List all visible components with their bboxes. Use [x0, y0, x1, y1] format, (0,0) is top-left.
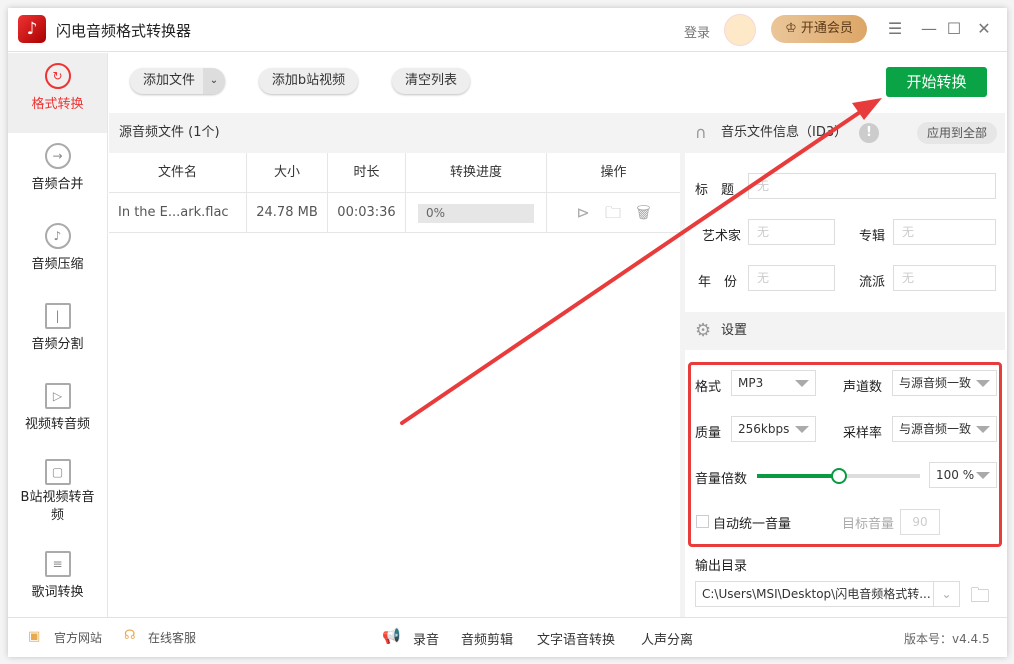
arrow-shaft	[400, 106, 868, 425]
annotation-arrow	[400, 98, 882, 425]
